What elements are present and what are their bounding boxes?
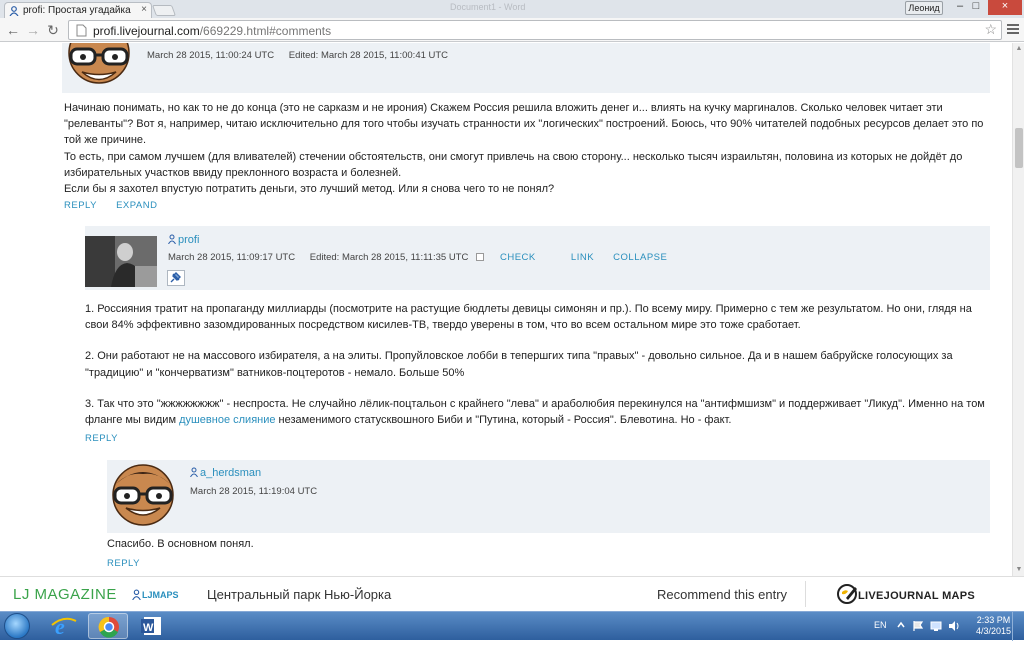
forward-icon[interactable]: → <box>25 21 41 39</box>
comment-actions: REPLY <box>85 433 134 444</box>
bookmark-star-icon[interactable]: ☆ <box>984 21 997 38</box>
profile-button[interactable]: Леонид <box>905 1 943 15</box>
ljmaps-user-link[interactable]: LJMAPS <box>142 590 179 600</box>
svg-text:e: e <box>55 614 65 639</box>
posted-time: March 28 2015, 11:09:17 UTC <box>168 252 296 263</box>
comment-body: Начинаю понимать, но как то не до конца … <box>64 100 994 197</box>
paragraph-text: незаменимого статусквошного Биби и "Пути… <box>275 414 732 427</box>
avatar-cartoon-icon <box>112 464 174 526</box>
scroll-thumb[interactable] <box>1015 128 1023 168</box>
windows-taskbar: e W EN 2:33 PM 4/3/2015 <box>0 611 1024 641</box>
back-icon[interactable]: ← <box>5 21 21 39</box>
scroll-down-icon[interactable]: ▼ <box>1013 564 1024 576</box>
flag-icon[interactable] <box>912 620 924 632</box>
pin-icon <box>170 272 181 283</box>
livejournal-maps-logo[interactable]: LIVEJOURNAL MAPS <box>858 590 975 602</box>
user-icon <box>9 6 19 16</box>
word-taskbar-button[interactable]: W <box>132 613 172 639</box>
show-desktop-button[interactable] <box>1012 612 1024 641</box>
comment-paragraph: 3. Так что это "жжжжжжжж" - неспроста. Н… <box>85 396 995 428</box>
comment-paragraph: 2. Они работают не на массового избирате… <box>85 350 953 379</box>
scroll-up-icon[interactable]: ▲ <box>1013 43 1024 55</box>
collapse-link[interactable]: COLLAPSE <box>613 252 667 263</box>
comment-actions: REPLY <box>107 558 156 569</box>
volume-icon[interactable] <box>948 620 960 632</box>
avatar-photo-icon <box>85 236 157 287</box>
posted-time: March 28 2015, 11:00:24 UTC <box>147 50 275 61</box>
browser-toolbar: ← → ↻ profi.livejournal.com/669229.html#… <box>0 18 1024 42</box>
user-icon <box>168 234 176 244</box>
word-icon: W <box>141 617 161 635</box>
username-text: a_herdsman <box>200 467 262 479</box>
browser-tab[interactable]: profi: Простая угадайка × <box>4 2 152 18</box>
link-link[interactable]: LINK <box>571 252 594 263</box>
divider <box>805 581 806 607</box>
comment-paragraph: 1. Россияния тратит на пропаганду миллиа… <box>85 303 972 332</box>
menu-icon[interactable] <box>1007 24 1019 34</box>
comment-paragraph: То есть, при самом лучшем (для вливателе… <box>64 150 963 179</box>
posted-time: March 28 2015, 11:19:04 UTC <box>190 486 318 497</box>
comment-body: Спасибо. В основном понял. <box>107 538 254 550</box>
place-link[interactable]: Центральный парк Нью-Йорка <box>207 587 391 602</box>
language-indicator[interactable]: EN <box>874 620 887 630</box>
url-text: profi.livejournal.com/669229.html#commen… <box>93 24 331 38</box>
url-path: /669229.html#comments <box>199 24 332 38</box>
chrome-taskbar-button[interactable] <box>88 613 128 639</box>
start-button[interactable] <box>4 613 30 639</box>
url-host: profi.livejournal.com <box>93 24 200 38</box>
reply-link[interactable]: REPLY <box>85 433 118 444</box>
clock-date: 4/3/2015 <box>976 626 1012 636</box>
tab-close-icon[interactable]: × <box>141 4 147 15</box>
clock-time: 2:33 PM <box>976 615 1011 625</box>
svg-text:W: W <box>143 622 154 634</box>
tab-title: profi: Простая угадайка <box>23 5 131 16</box>
username-text: profi <box>178 234 200 246</box>
vertical-scrollbar[interactable]: ▲ ▼ <box>1012 43 1024 576</box>
internet-explorer-icon: e <box>51 614 77 639</box>
comment-paragraph: Если бы я захотел впустую потратить день… <box>64 183 555 196</box>
check-link[interactable]: CHECK <box>500 252 536 263</box>
username-link[interactable]: a_herdsman <box>190 467 261 479</box>
recommend-link[interactable]: Recommend this entry <box>657 587 787 602</box>
avatar-cartoon-icon <box>68 43 130 84</box>
system-clock[interactable]: 2:33 PM 4/3/2015 <box>976 615 1011 637</box>
comment-paragraph: Начинаю понимать, но как то не до конца … <box>64 102 984 147</box>
comment-body: 1. Россияния тратит на пропаганду миллиа… <box>85 301 995 428</box>
ie-taskbar-button[interactable]: e <box>44 613 84 639</box>
page-icon <box>76 24 87 37</box>
edited-label: Edited: <box>288 50 319 61</box>
comment-actions: REPLY EXPAND <box>64 200 173 211</box>
tray-arrow-icon[interactable] <box>896 620 906 630</box>
lj-magazine-link[interactable]: LJ MAGAZINE <box>13 586 117 603</box>
user-icon <box>132 589 141 600</box>
comment-meta: March 28 2015, 11:09:17 UTC Edited: Marc… <box>168 252 468 263</box>
user-icon <box>190 467 198 477</box>
edited-label: Edited: <box>309 252 340 263</box>
address-bar[interactable]: profi.livejournal.com/669229.html#commen… <box>68 20 1002 40</box>
window-faint-title: Document1 - Word <box>450 2 526 12</box>
page-content: March 28 2015, 11:00:24 UTC Edited: Marc… <box>0 43 1012 576</box>
comment-actions: CHECK LINK COLLAPSE <box>476 252 683 263</box>
comment-meta: March 28 2015, 11:19:04 UTC <box>190 486 317 497</box>
reply-link[interactable]: REPLY <box>64 200 97 211</box>
new-tab-button[interactable] <box>151 5 177 16</box>
comment-meta: March 28 2015, 11:00:24 UTC Edited: Marc… <box>147 50 448 61</box>
chrome-icon <box>98 616 119 638</box>
globe-pen-icon <box>837 584 857 604</box>
network-icon[interactable] <box>930 620 942 632</box>
maximize-button[interactable]: □ <box>964 0 988 15</box>
close-window-button[interactable]: × <box>988 0 1022 15</box>
lj-bottom-bar: LJ MAGAZINE LJMAPS Центральный парк Нью-… <box>0 576 1024 611</box>
edited-time: March 28 2015, 11:00:41 UTC <box>320 50 449 61</box>
expand-link[interactable]: EXPAND <box>116 200 157 211</box>
username-link[interactable]: profi <box>168 234 199 246</box>
reload-icon[interactable]: ↻ <box>45 21 61 39</box>
edited-time: March 28 2015, 11:11:35 UTC <box>341 252 469 263</box>
inline-link[interactable]: душевное слияние <box>179 414 275 426</box>
check-checkbox[interactable] <box>476 253 484 261</box>
pin-button[interactable] <box>167 270 185 286</box>
browser-titlebar: profi: Простая угадайка × Document1 - Wo… <box>0 0 1024 18</box>
reply-link[interactable]: REPLY <box>107 558 140 569</box>
